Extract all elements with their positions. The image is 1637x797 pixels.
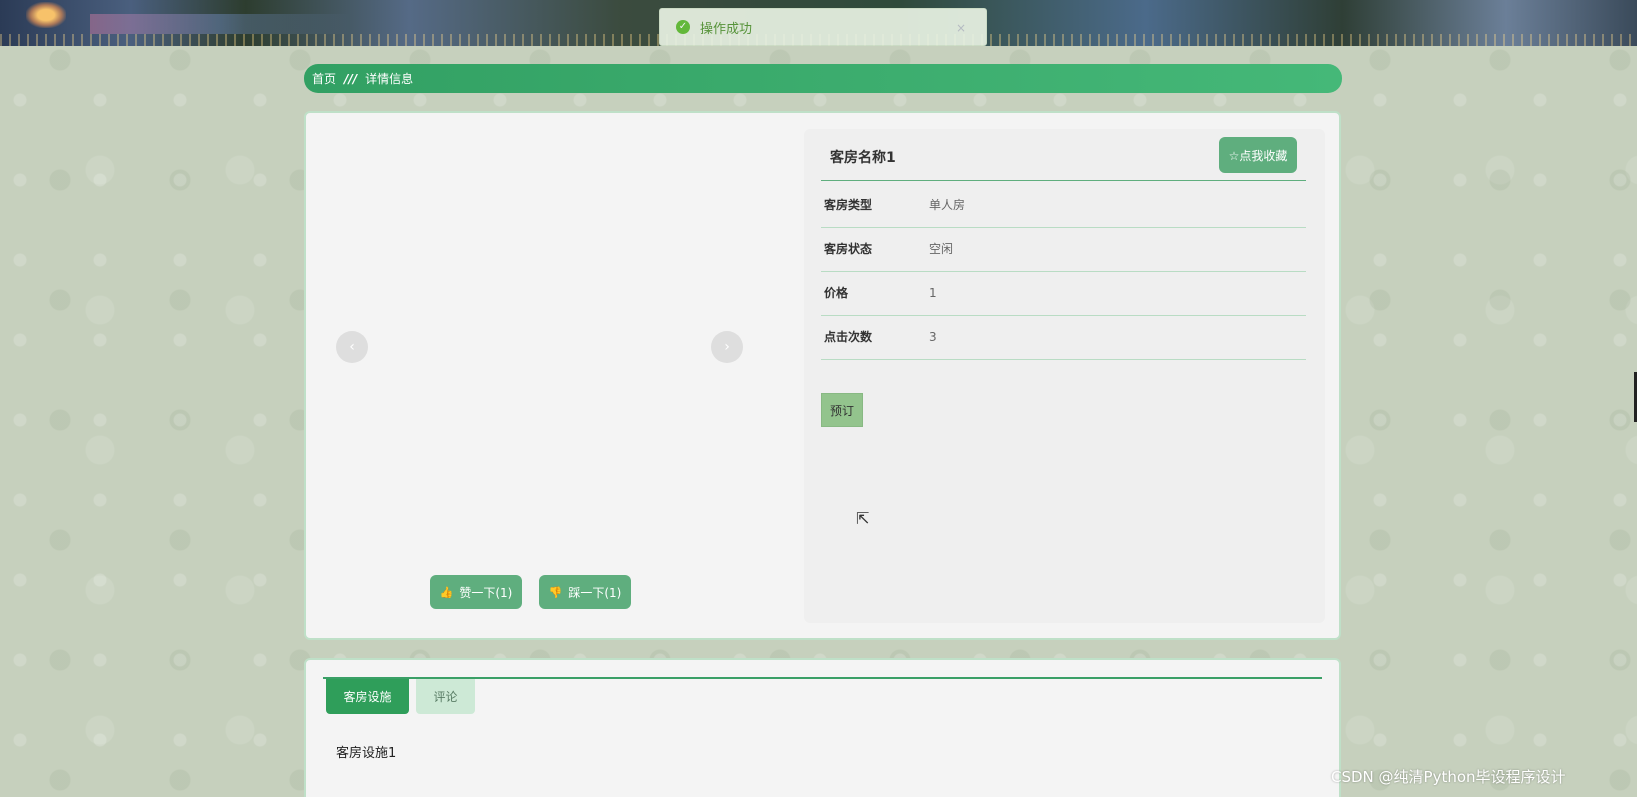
field-value: 单人房 <box>929 198 966 212</box>
mouse-cursor-icon: ⇱ <box>856 509 870 528</box>
room-tabs-card: 客房设施 评论 客房设施1 <box>304 658 1341 797</box>
thumbs-down-icon: 👎 <box>548 585 563 599</box>
breadcrumb-home-link[interactable]: 首页 <box>312 70 336 87</box>
watermark-text: CSDN @纯清Python毕设程序设计 <box>1331 768 1566 786</box>
room-detail-card: ‹ › 👍 赞一下(1) 👎 踩一下(1) 客房名称1 ☆点我收藏 客房类型 单… <box>304 111 1341 640</box>
toast-message: 操作成功 <box>700 21 753 37</box>
room-title: 客房名称1 <box>830 150 896 166</box>
thumbs-up-label: 赞一下(1) <box>459 585 513 600</box>
success-check-icon: ✓ <box>676 20 690 34</box>
thumbs-up-icon: 👍 <box>439 585 454 599</box>
field-label: 客房类型 <box>824 198 873 212</box>
info-row-price: 价格 1 <box>821 270 1306 316</box>
success-toast: ✓ 操作成功 × <box>659 8 987 46</box>
tab-comments[interactable]: 评论 <box>416 679 475 714</box>
favorite-button[interactable]: ☆点我收藏 <box>1219 137 1297 173</box>
carousel-prev-button[interactable]: ‹ <box>336 331 368 363</box>
chevron-right-icon: › <box>724 339 730 355</box>
info-row-click-count: 点击次数 3 <box>821 314 1306 360</box>
book-button[interactable]: 预订 <box>821 393 863 427</box>
info-row-room-status: 客房状态 空闲 <box>821 226 1306 272</box>
info-row-room-type: 客房类型 单人房 <box>821 182 1306 228</box>
breadcrumb: 首页 /// 详情信息 <box>304 64 1342 93</box>
city-lights-glow <box>90 14 350 34</box>
chevron-left-icon: ‹ <box>349 339 355 355</box>
image-carousel: ‹ › 👍 赞一下(1) 👎 踩一下(1) <box>306 113 776 642</box>
field-value: 1 <box>929 285 937 300</box>
thumbs-down-label: 踩一下(1) <box>568 585 622 600</box>
field-label: 点击次数 <box>824 330 873 344</box>
field-label: 客房状态 <box>824 242 873 256</box>
tab-content: 客房设施1 <box>336 746 397 761</box>
tab-facilities[interactable]: 客房设施 <box>326 679 409 714</box>
field-label: 价格 <box>824 286 849 300</box>
breadcrumb-separator: /// <box>344 71 358 86</box>
toast-close-icon[interactable]: × <box>956 21 966 35</box>
field-value: 空闲 <box>929 242 954 256</box>
field-value: 3 <box>929 329 937 344</box>
sunset-glow <box>26 2 66 28</box>
carousel-next-button[interactable]: › <box>711 331 743 363</box>
room-info-panel: 客房名称1 ☆点我收藏 客房类型 单人房 客房状态 空闲 价格 1 点击次数 3… <box>804 129 1325 623</box>
thumbs-down-button[interactable]: 👎 踩一下(1) <box>539 575 631 609</box>
breadcrumb-current: 详情信息 <box>365 72 414 86</box>
thumbs-up-button[interactable]: 👍 赞一下(1) <box>430 575 522 609</box>
room-info-header: 客房名称1 ☆点我收藏 <box>821 129 1306 181</box>
